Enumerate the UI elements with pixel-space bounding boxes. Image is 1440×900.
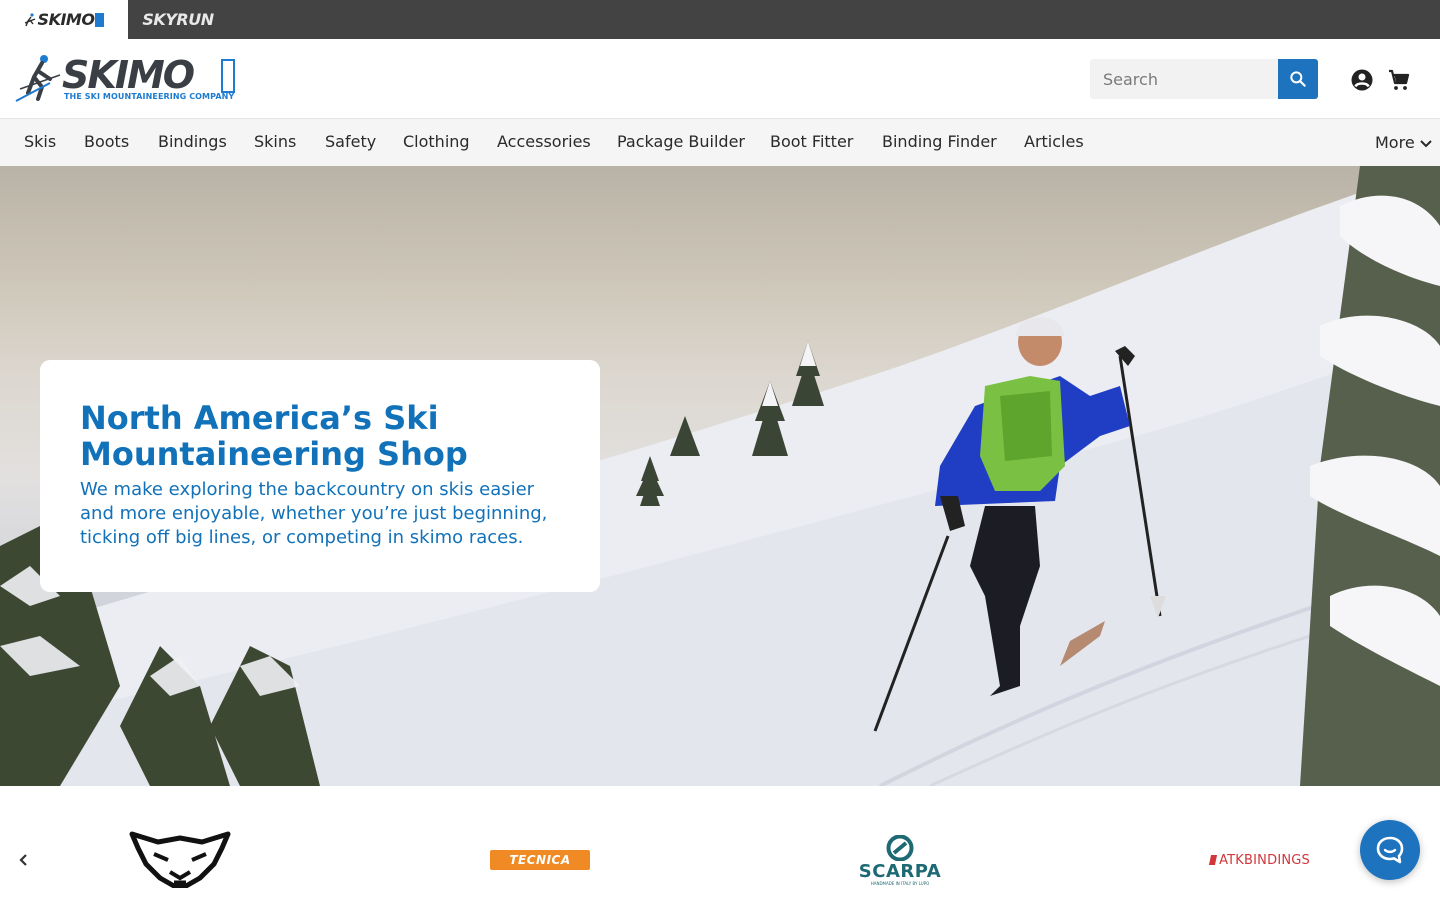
nav-item-package-builder[interactable]: Package Builder: [617, 132, 745, 152]
search-icon: [1290, 71, 1306, 87]
nav-item-skis[interactable]: Skis: [24, 132, 56, 152]
skyrun-site-tab[interactable]: SKYRUN: [128, 0, 228, 39]
snow-leopard-icon: [129, 831, 231, 888]
nav-item-articles[interactable]: Articles: [1024, 132, 1084, 152]
logo-co-mark: [221, 59, 235, 93]
account-button[interactable]: [1349, 67, 1375, 93]
skier-logo-icon: [15, 55, 61, 102]
hero-banner: North America’s Ski Mountaineering Shop …: [0, 166, 1440, 786]
nav-item-bindings[interactable]: Bindings: [158, 132, 227, 152]
tecnica-logo-text: TECNICA: [509, 853, 571, 867]
cart-icon: [1389, 69, 1410, 90]
brand-carousel: TECNICA SCARPA HANDMADE IN ITALY BY LUPO…: [0, 786, 1440, 900]
co-mark: [95, 12, 105, 27]
nav-item-skins[interactable]: Skins: [254, 132, 296, 152]
atk-mark-icon: [1208, 855, 1218, 865]
chevron-left-icon: [19, 854, 27, 866]
skimo-logo[interactable]: SKIMO THE SKI MOUNTAINEERING COMPANY: [14, 53, 238, 105]
main-nav: Skis Boots Bindings Skins Safety Clothin…: [0, 118, 1440, 166]
brand-logo-dynafit[interactable]: [128, 830, 232, 888]
chat-launcher-button[interactable]: [1360, 820, 1420, 880]
search-input[interactable]: [1090, 59, 1278, 99]
cart-button[interactable]: [1386, 67, 1412, 93]
hero-card: North America’s Ski Mountaineering Shop …: [40, 360, 600, 592]
nav-item-clothing[interactable]: Clothing: [403, 132, 470, 152]
chat-icon: [1376, 836, 1404, 864]
search-button[interactable]: [1278, 59, 1318, 99]
site-switcher-bar: SKIMO SKYRUN: [0, 0, 1440, 39]
brand-logo-tecnica[interactable]: TECNICA: [490, 850, 590, 870]
nav-item-binding-finder[interactable]: Binding Finder: [882, 132, 997, 152]
chevron-down-icon: [1419, 140, 1432, 148]
nav-item-safety[interactable]: Safety: [325, 132, 376, 152]
site-header: SKIMO THE SKI MOUNTAINEERING COMPANY: [0, 39, 1440, 118]
skimo-site-label: SKIMO: [37, 10, 95, 29]
brand-logo-scarpa[interactable]: SCARPA HANDMADE IN ITALY BY LUPO: [850, 832, 950, 888]
atk-logo-text: ATKBINDINGS: [1219, 852, 1310, 868]
scarpa-emblem-icon: [886, 834, 914, 861]
hero-title: North America’s Ski Mountaineering Shop: [80, 399, 468, 473]
skier-icon: [24, 12, 35, 26]
nav-item-boot-fitter[interactable]: Boot Fitter: [770, 132, 853, 152]
skyrun-site-label: SKYRUN: [142, 10, 214, 29]
account-icon: [1351, 69, 1373, 91]
nav-item-accessories[interactable]: Accessories: [497, 132, 591, 152]
carousel-prev-button[interactable]: [14, 850, 34, 870]
scarpa-logo-text: SCARPA: [858, 860, 942, 882]
nav-more-dropdown[interactable]: More: [1375, 133, 1433, 153]
logo-tagline: THE SKI MOUNTAINEERING COMPANY: [64, 92, 235, 101]
skimo-site-tab[interactable]: SKIMO: [0, 0, 128, 39]
hero-description: We make exploring the backcountry on ski…: [80, 479, 548, 548]
logo-wordmark: SKIMO: [62, 53, 195, 97]
nav-item-boots[interactable]: Boots: [84, 132, 129, 152]
scarpa-logo-subtext: HANDMADE IN ITALY BY LUPO: [870, 880, 930, 886]
brand-logo-atk[interactable]: ATKBINDINGS: [1208, 850, 1310, 870]
nav-more-label: More: [1375, 133, 1415, 152]
